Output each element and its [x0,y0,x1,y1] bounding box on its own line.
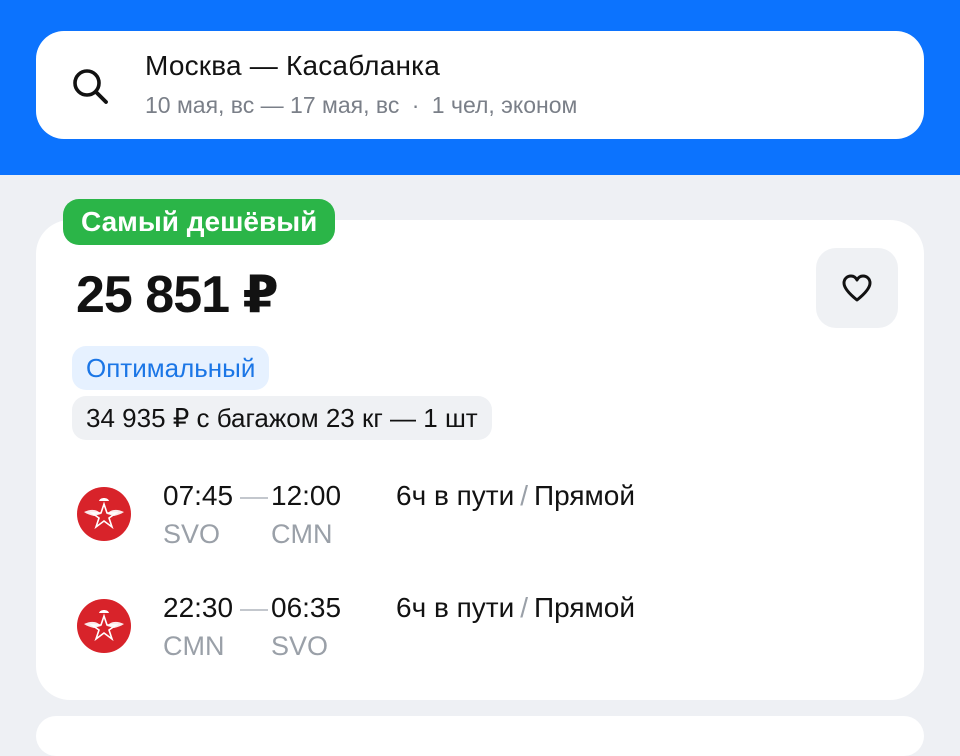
duration-slash: / [520,480,529,511]
next-ticket-card[interactable] [36,716,924,756]
royal-air-maroc-logo-icon [77,487,131,541]
arrival-time: 06:35 [271,592,342,623]
arrival-time: 12:00 [271,480,342,511]
flight-segment-outbound: 07:45 12:00 SVO CMN 6ч в пути / Прямой [0,474,960,564]
flight-type: Прямой [534,592,636,623]
baggage-price-tag[interactable]: 34 935 ₽ с багажом 23 кг — 1 шт [72,396,492,440]
departure-airport: SVO [163,519,221,549]
favorite-button[interactable] [816,248,898,328]
departure-time: 22:30 [163,592,234,623]
flight-segment-return: 22:30 06:35 CMN SVO 6ч в пути / Прямой [0,586,960,676]
flight-duration: 6ч в пути / Прямой [396,480,635,512]
ticket-price: 25 851 ₽ [76,266,279,324]
trip-dates: 10 мая, вс — 17 мая, вс [145,92,400,118]
separator-dot: · [411,92,420,118]
duration-text: 6ч в пути [396,480,515,511]
arrival-airport: CMN [271,519,333,549]
optimal-tag: Оптимальный [72,346,270,390]
search-summary-button[interactable] [36,31,924,139]
departure-time: 07:45 [163,480,234,511]
search-icon[interactable] [68,66,112,106]
duration-text: 6ч в пути [396,592,515,623]
passengers-class: 1 чел, эконом [431,92,578,118]
departure-airport: CMN [163,631,225,661]
duration-slash: / [520,592,529,623]
flight-duration: 6ч в пути / Прямой [396,592,635,624]
route-details: 10 мая, вс — 17 мая, вс · 1 чел, эконом [145,92,577,119]
arrival-airport: SVO [271,631,329,661]
cheapest-badge: Самый дешёвый [63,199,336,245]
flight-type: Прямой [534,480,636,511]
royal-air-maroc-logo-icon [77,599,131,653]
time-separator [240,497,268,499]
heart-icon [842,274,872,302]
time-separator [240,609,268,611]
route-title: Москва — Касабланка [145,50,440,81]
